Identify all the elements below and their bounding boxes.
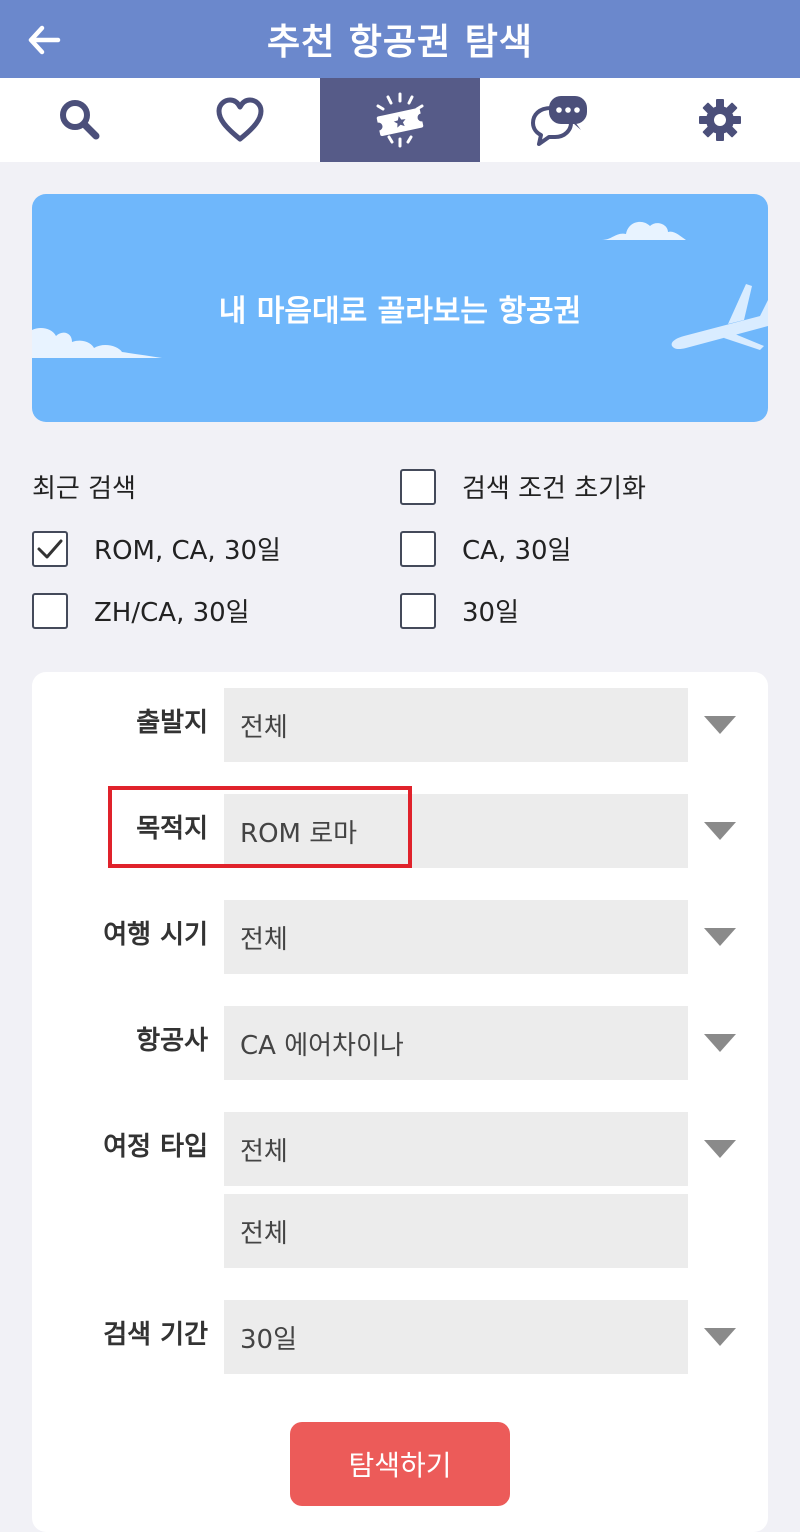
travel-period-select[interactable]: 전체 [224,900,688,974]
back-button[interactable] [24,20,64,60]
recent-search-item[interactable]: ROM, CA, 30일 [32,530,281,567]
checkmark-icon [37,539,63,558]
search-button[interactable]: 탐색하기 [290,1422,510,1506]
page-title: 추천 항공권 탐색 [267,22,533,63]
recent-search-label: ZH/CA, 30일 [94,598,250,628]
recent-search-item[interactable]: ZH/CA, 30일 [32,592,250,629]
travel-period-label: 여행 시기 [103,920,208,950]
recent-search-checkbox-checked[interactable] [32,530,68,567]
airline-label: 항공사 [136,1026,208,1056]
airline-select[interactable]: CA 에어차이나 [224,1006,688,1080]
airline-row: 항공사 CA 에어차이나 [32,1006,768,1080]
tab-search[interactable] [0,78,160,162]
recent-searches: 최근 검색 검색 조건 초기화 ROM, CA, 30일 CA, 30일 ZH/… [32,460,768,640]
recent-search-checkbox[interactable] [400,530,436,567]
recent-search-checkbox[interactable] [400,592,436,629]
tab-chat[interactable] [480,78,640,162]
tab-bar [0,78,800,162]
recent-search-label: ROM, CA, 30일 [94,536,281,566]
trip-type-select[interactable]: 전체 [224,1112,688,1186]
tab-favorites[interactable] [160,78,320,162]
search-icon [60,100,100,140]
search-period-label: 검색 기간 [103,1320,208,1350]
promo-banner[interactable]: 내 마음대로 골라보는 항공권 [32,194,768,422]
reset-filters-option[interactable]: 검색 조건 초기화 [400,468,646,505]
recent-search-checkbox[interactable] [32,592,68,629]
search-period-row: 검색 기간 30일 [32,1300,768,1374]
reset-filters-label: 검색 조건 초기화 [462,474,646,504]
recent-search-label: 최근 검색 [32,474,136,504]
tab-settings[interactable] [640,78,800,162]
search-period-select[interactable]: 30일 [224,1300,688,1374]
banner-headline: 내 마음대로 골라보는 항공권 [218,294,582,329]
recent-search-label: 30일 [462,598,520,628]
destination-label: 목적지 [136,814,208,844]
recent-search-label: CA, 30일 [462,536,572,566]
trip-type-row: 여정 타입 전체 [32,1112,768,1186]
dropdown-arrow-icon[interactable] [704,928,736,946]
heart-icon [216,97,264,142]
departure-select[interactable]: 전체 [224,688,688,762]
trip-type-secondary-row: 전체 [32,1194,768,1268]
gear-icon [699,99,741,141]
ticket-icon [374,92,426,148]
arrow-left-icon [28,25,61,55]
chat-icon [531,96,587,146]
departure-row: 출발지 전체 [32,688,768,762]
recent-search-item[interactable]: CA, 30일 [400,530,571,567]
dropdown-arrow-icon[interactable] [704,716,736,734]
tab-recommend-tickets[interactable] [320,78,480,162]
departure-label: 출발지 [136,708,208,738]
reset-filters-checkbox[interactable] [400,468,436,505]
search-form: 출발지 전체 목적지 ROM 로마 여행 시기 전체 항공사 CA 에어차이나 … [32,672,768,1532]
dropdown-arrow-icon[interactable] [704,1140,736,1158]
dropdown-arrow-icon[interactable] [704,822,736,840]
travel-period-row: 여행 시기 전체 [32,900,768,974]
cloud-icon [602,221,686,240]
trip-type-secondary-select[interactable]: 전체 [224,1194,688,1268]
trip-type-label: 여정 타입 [103,1132,208,1162]
destination-row: 목적지 ROM 로마 [32,794,768,868]
dropdown-arrow-icon[interactable] [704,1328,736,1346]
app-header: 추천 항공권 탐색 [0,0,800,78]
recent-search-item[interactable]: 30일 [400,592,519,629]
dropdown-arrow-icon[interactable] [704,1034,736,1052]
destination-select[interactable]: ROM 로마 [224,794,688,868]
